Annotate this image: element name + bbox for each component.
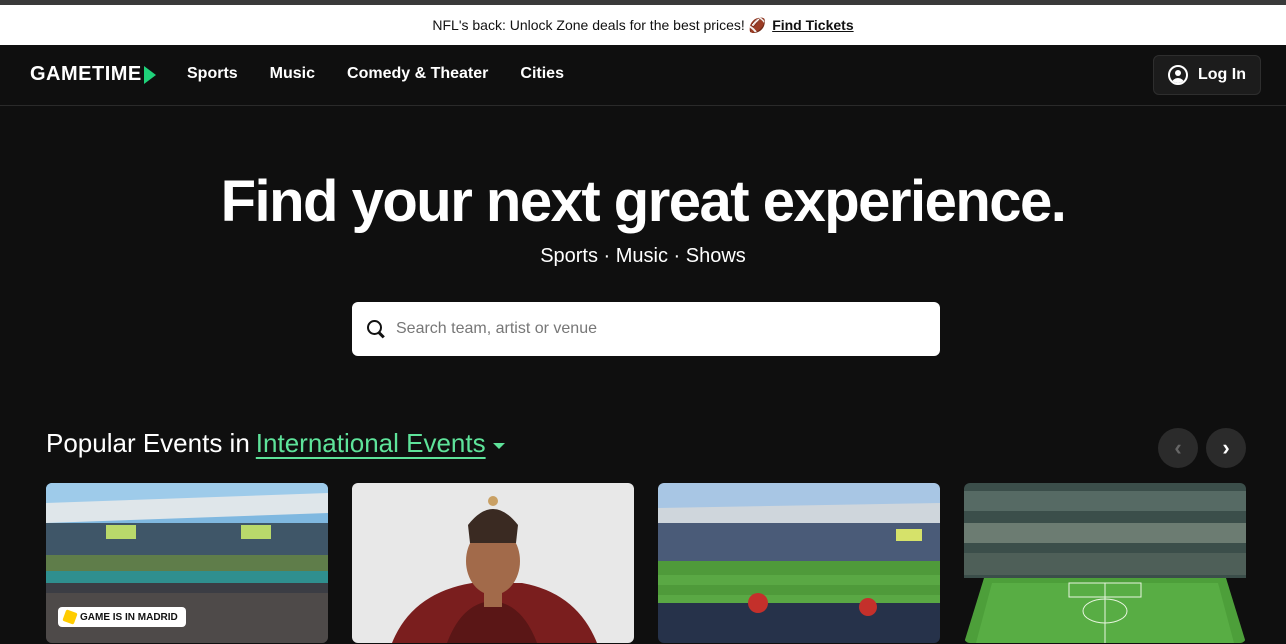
chevron-down-icon[interactable] xyxy=(492,442,505,449)
login-button[interactable]: Log In xyxy=(1153,55,1261,95)
popular-events-heading: Popular Events in International Events xyxy=(46,428,505,459)
navbar: GAMETIME Sports Music Comedy & Theater C… xyxy=(0,45,1286,106)
nav-link-cities[interactable]: Cities xyxy=(520,65,564,83)
promo-banner: NFL's back: Unlock Zone deals for the be… xyxy=(0,5,1286,45)
find-tickets-link[interactable]: Find Tickets xyxy=(772,17,853,33)
hero-subtitle: Sports · Music · Shows xyxy=(540,245,746,267)
event-card[interactable] xyxy=(964,483,1246,643)
popular-prefix: Popular Events in xyxy=(46,428,250,458)
location-badge: GAME IS IN MADRID xyxy=(58,607,186,627)
event-card[interactable]: GAME IS IN MADRID xyxy=(46,483,328,643)
search-bar[interactable] xyxy=(352,302,940,356)
nav-links: Sports Music Comedy & Theater Cities xyxy=(187,65,564,83)
search-input[interactable] xyxy=(396,320,916,338)
logo-text: GAMETIME xyxy=(30,63,142,85)
gametime-logo[interactable]: GAMETIME xyxy=(30,63,156,86)
nav-link-comedy-theater[interactable]: Comedy & Theater xyxy=(347,65,488,83)
search-icon xyxy=(366,319,386,339)
artist-image xyxy=(352,483,634,643)
stadium-image xyxy=(964,483,1246,643)
football-icon: 🏈 xyxy=(748,16,767,33)
nav-link-music[interactable]: Music xyxy=(270,65,315,83)
user-icon xyxy=(1168,65,1188,85)
event-card[interactable] xyxy=(658,483,940,643)
hero-title: Find your next great experience. xyxy=(220,169,1067,234)
event-card[interactable] xyxy=(352,483,634,643)
login-label: Log In xyxy=(1198,66,1246,83)
region-selector[interactable]: International Events xyxy=(256,428,486,459)
promo-text: NFL's back: Unlock Zone deals for the be… xyxy=(432,17,745,33)
nav-link-sports[interactable]: Sports xyxy=(187,65,238,83)
carousel-next-button[interactable]: › xyxy=(1206,428,1246,468)
carousel-prev-button[interactable]: ‹ xyxy=(1158,428,1198,468)
stadium-image xyxy=(658,483,940,643)
logo-arrow-icon xyxy=(143,65,156,84)
badge-text: GAME IS IN MADRID xyxy=(80,611,178,623)
ticket-icon xyxy=(62,609,78,625)
